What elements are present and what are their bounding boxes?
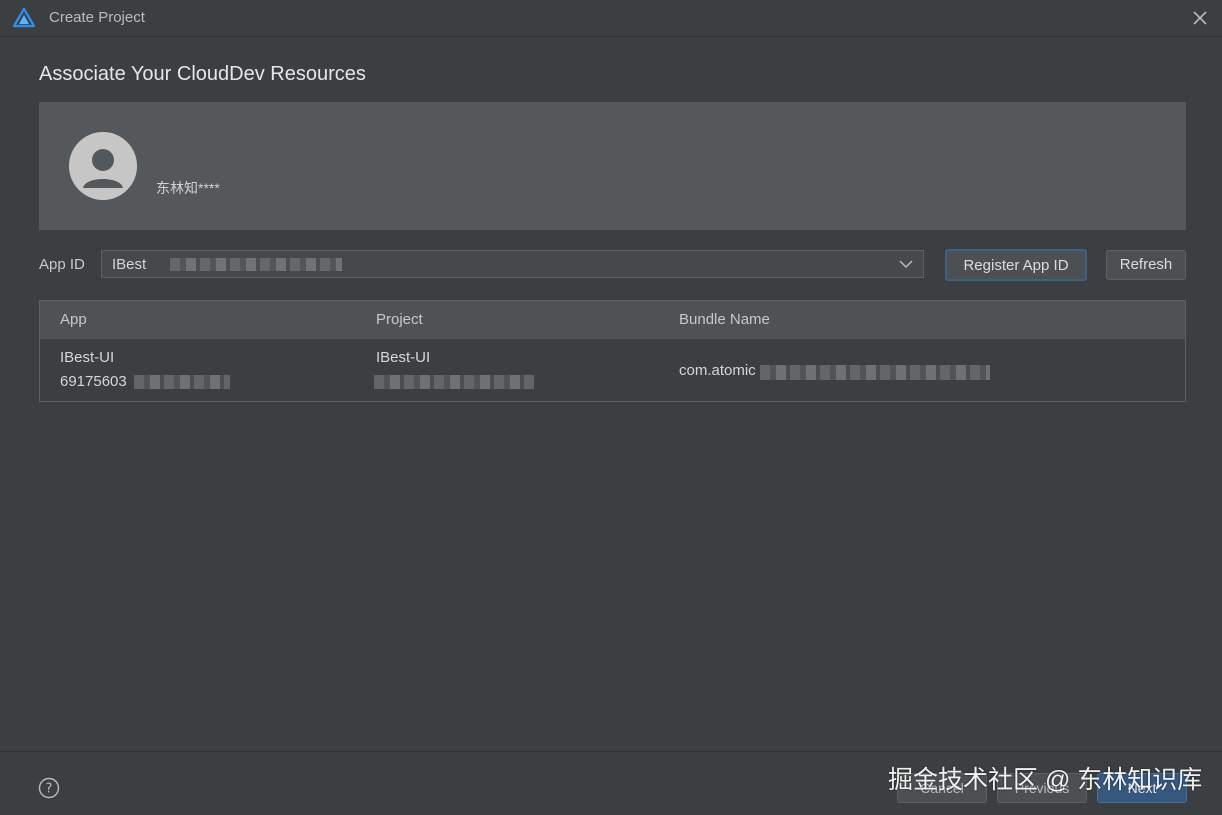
footer-divider xyxy=(0,751,1222,752)
help-icon[interactable]: ? xyxy=(38,777,60,799)
refresh-button[interactable]: Refresh xyxy=(1106,250,1186,280)
create-project-dialog: Create Project Associate Your CloudDev R… xyxy=(0,0,1222,815)
account-username: 东林知**** xyxy=(156,180,220,196)
user-avatar-icon xyxy=(69,132,137,200)
app-table: App Project Bundle Name IBest-UI 6917560… xyxy=(39,300,1186,402)
account-panel: 东林知**** xyxy=(39,102,1186,230)
column-header-project: Project xyxy=(376,311,423,328)
row-bundle-name: com.atomic xyxy=(679,362,756,379)
window-title: Create Project xyxy=(49,9,145,26)
redacted-bundle-name xyxy=(760,365,990,380)
watermark-text: 掘金技术社区 @ 东林知识库 xyxy=(888,766,1203,794)
row-app-name: IBest-UI xyxy=(60,349,115,366)
column-header-app: App xyxy=(60,311,87,328)
table-header: App Project Bundle Name xyxy=(40,301,1185,339)
svg-text:?: ? xyxy=(46,782,53,797)
column-header-bundle-name: Bundle Name xyxy=(679,311,770,328)
app-id-selected-value: IBest xyxy=(112,256,147,273)
table-row[interactable]: IBest-UI 69175603 IBest-UI com.atomic xyxy=(40,339,1185,401)
chevron-down-icon xyxy=(899,257,913,271)
redacted-app-id-tail xyxy=(134,375,230,389)
redacted-project-id xyxy=(374,375,534,389)
register-app-id-button[interactable]: Register App ID xyxy=(945,249,1087,281)
row-app-id: 69175603 xyxy=(60,373,127,390)
redacted-app-id xyxy=(170,258,342,271)
app-id-dropdown[interactable]: IBest xyxy=(101,250,924,278)
row-project-name: IBest-UI xyxy=(376,349,431,366)
close-icon[interactable] xyxy=(1188,6,1212,30)
title-bar: Create Project xyxy=(0,0,1222,37)
page-heading: Associate Your CloudDev Resources xyxy=(39,63,366,85)
deveco-logo-icon xyxy=(12,7,36,28)
app-id-label: App ID xyxy=(39,256,85,273)
